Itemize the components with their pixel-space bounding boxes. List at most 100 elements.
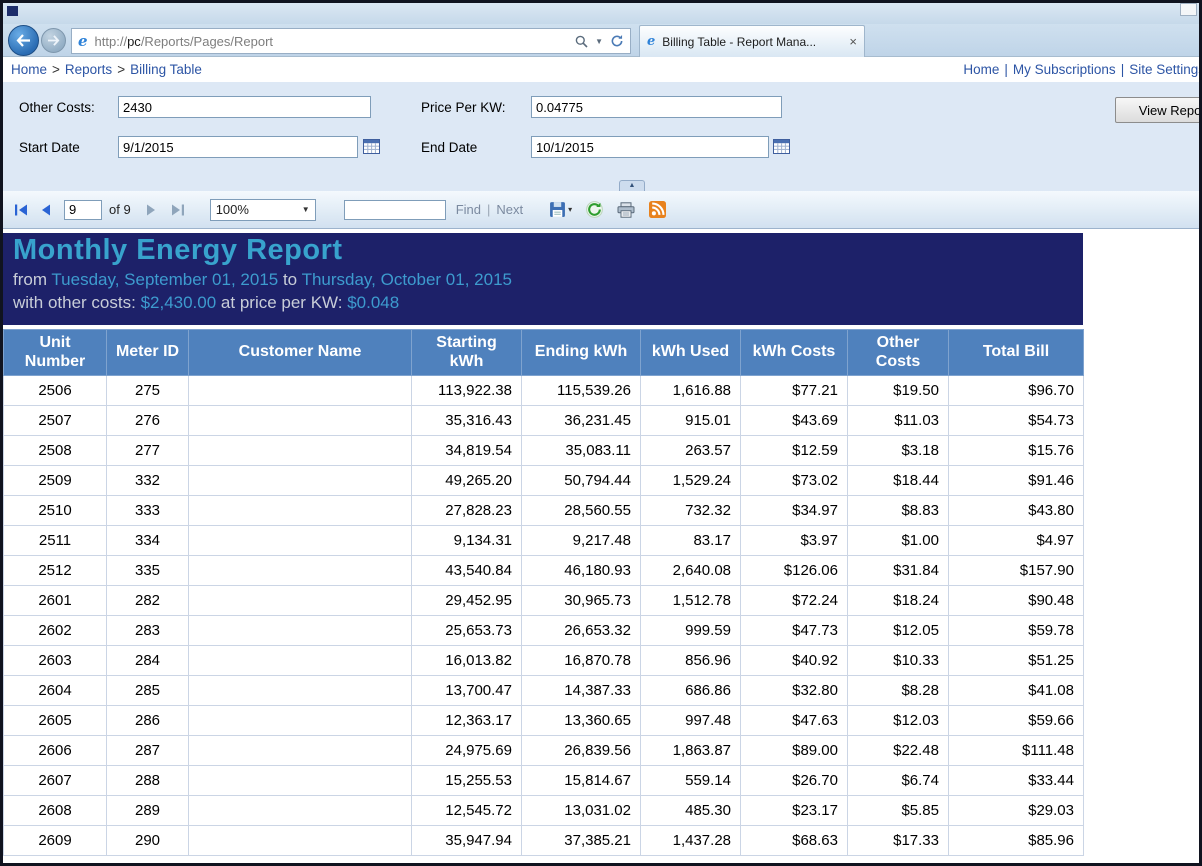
zoom-caret-icon: ▼ bbox=[301, 205, 310, 214]
table-cell: 15,255.53 bbox=[411, 765, 522, 796]
table-cell: $72.24 bbox=[740, 585, 848, 616]
link-site-settings[interactable]: Site Settings bbox=[1129, 62, 1199, 77]
find-input[interactable] bbox=[343, 199, 446, 220]
table-cell: $26.70 bbox=[740, 765, 848, 796]
window-controls[interactable] bbox=[1180, 3, 1197, 16]
table-row: 2507 276 35,316.43 36,231.45 915.01 $43.69 $11… bbox=[3, 405, 1084, 436]
table-cell: 2605 bbox=[3, 705, 107, 736]
breadcrumb-current[interactable]: Billing Table bbox=[130, 62, 202, 77]
table-cell: $19.50 bbox=[847, 375, 949, 406]
table-cell: $22.48 bbox=[847, 735, 949, 766]
column-header: Ending kWh bbox=[521, 329, 641, 376]
table-cell: 25,653.73 bbox=[411, 615, 522, 646]
end-date-input[interactable] bbox=[531, 136, 769, 158]
table-cell: 915.01 bbox=[640, 405, 741, 436]
url-text: http://pc/Reports/Pages/Report bbox=[94, 33, 274, 49]
address-bar[interactable]: e http://pc/Reports/Pages/Report ▼ bbox=[71, 28, 631, 54]
first-page-button[interactable] bbox=[13, 203, 29, 217]
table-cell: $8.83 bbox=[847, 495, 949, 526]
zoom-select[interactable]: 100% ▼ bbox=[209, 198, 316, 221]
table-cell: $90.48 bbox=[948, 585, 1084, 616]
table-cell: $157.90 bbox=[948, 555, 1084, 586]
view-report-button[interactable]: View Report bbox=[1115, 97, 1199, 123]
address-dropdown-caret[interactable]: ▼ bbox=[595, 37, 603, 46]
previous-page-button[interactable] bbox=[39, 203, 52, 217]
link-my-subscriptions[interactable]: My Subscriptions bbox=[1013, 62, 1116, 77]
tab-close-button[interactable]: × bbox=[849, 35, 857, 48]
breadcrumb-home[interactable]: Home bbox=[11, 62, 47, 77]
find-button[interactable]: Find bbox=[456, 202, 481, 217]
table-cell: 290 bbox=[106, 825, 189, 856]
next-page-button[interactable] bbox=[145, 203, 158, 217]
table-cell: 12,363.17 bbox=[411, 705, 522, 736]
site-links-separator: | bbox=[1120, 62, 1125, 77]
table-cell: 276 bbox=[106, 405, 189, 436]
table-cell: $40.92 bbox=[740, 645, 848, 676]
export-button[interactable]: ▾ bbox=[549, 201, 572, 218]
table-cell: 2510 bbox=[3, 495, 107, 526]
refresh-report-button[interactable] bbox=[586, 201, 604, 218]
table-cell bbox=[188, 825, 412, 856]
end-date-calendar-button[interactable] bbox=[772, 138, 791, 156]
data-feed-icon bbox=[649, 201, 667, 218]
table-cell: 15,814.67 bbox=[521, 765, 641, 796]
next-page-icon bbox=[146, 204, 155, 215]
table-cell: 113,922.38 bbox=[411, 375, 522, 406]
table-cell bbox=[188, 375, 412, 406]
table-cell: 24,975.69 bbox=[411, 735, 522, 766]
export-data-feed-button[interactable] bbox=[649, 201, 667, 218]
breadcrumb-reports[interactable]: Reports bbox=[65, 62, 112, 77]
printer-icon bbox=[617, 201, 635, 218]
table-cell: $47.73 bbox=[740, 615, 848, 646]
print-button[interactable] bbox=[617, 201, 635, 218]
table-cell: $8.28 bbox=[847, 675, 949, 706]
table-cell: 2606 bbox=[3, 735, 107, 766]
toolbar-icon-group: ▾ bbox=[549, 201, 667, 218]
table-cell: 2506 bbox=[3, 375, 107, 406]
tab-favicon-icon: e bbox=[647, 34, 656, 49]
table-cell bbox=[188, 525, 412, 556]
start-date-input[interactable] bbox=[118, 136, 358, 158]
find-next-button[interactable]: Next bbox=[496, 202, 523, 217]
other-costs-input[interactable] bbox=[118, 96, 371, 118]
page-number-input[interactable] bbox=[64, 199, 102, 220]
table-cell: $18.44 bbox=[847, 465, 949, 496]
start-date-calendar-button[interactable] bbox=[362, 138, 381, 156]
table-cell: $10.33 bbox=[847, 645, 949, 676]
ie-page-icon: e bbox=[78, 32, 88, 50]
table-cell: 732.32 bbox=[640, 495, 741, 526]
window-icon bbox=[7, 6, 18, 16]
refresh-icon[interactable] bbox=[610, 34, 624, 48]
link-home[interactable]: Home bbox=[963, 62, 999, 77]
back-button[interactable] bbox=[8, 25, 39, 56]
table-cell: 14,387.33 bbox=[521, 675, 641, 706]
price-per-kw-input[interactable] bbox=[531, 96, 782, 118]
table-cell: $1.00 bbox=[847, 525, 949, 556]
table-cell: 13,700.47 bbox=[411, 675, 522, 706]
table-cell: 485.30 bbox=[640, 795, 741, 826]
table-cell: 856.96 bbox=[640, 645, 741, 676]
table-cell: 2604 bbox=[3, 675, 107, 706]
report-title: Monthly Energy Report bbox=[13, 234, 343, 266]
table-cell: 16,870.78 bbox=[521, 645, 641, 676]
last-page-button[interactable] bbox=[170, 203, 186, 217]
table-row: 2511 334 9,134.31 9,217.48 83.17 $3.97 $1.00 $4… bbox=[3, 525, 1084, 556]
price-per-kw-text: $0.048 bbox=[347, 293, 400, 313]
table-cell: 12,545.72 bbox=[411, 795, 522, 826]
browser-tab[interactable]: e Billing Table - Report Mana... × bbox=[639, 25, 865, 57]
table-row: 2506 275 113,922.38 115,539.26 1,616.88 $77.2… bbox=[3, 375, 1084, 406]
table-cell: 26,653.32 bbox=[521, 615, 641, 646]
forward-button[interactable] bbox=[41, 28, 66, 53]
table-cell: 115,539.26 bbox=[521, 375, 641, 406]
table-cell: $18.24 bbox=[847, 585, 949, 616]
table-cell bbox=[188, 585, 412, 616]
address-bar-icons: ▼ bbox=[575, 34, 624, 48]
search-icon[interactable] bbox=[575, 35, 588, 48]
table-cell: 1,512.78 bbox=[640, 585, 741, 616]
start-date-label: Start Date bbox=[19, 140, 80, 155]
table-cell: 2603 bbox=[3, 645, 107, 676]
export-save-icon bbox=[550, 202, 566, 217]
table-cell: $31.84 bbox=[847, 555, 949, 586]
table-cell: $59.78 bbox=[948, 615, 1084, 646]
parameters-collapse-handle[interactable]: ▲ bbox=[619, 180, 645, 191]
